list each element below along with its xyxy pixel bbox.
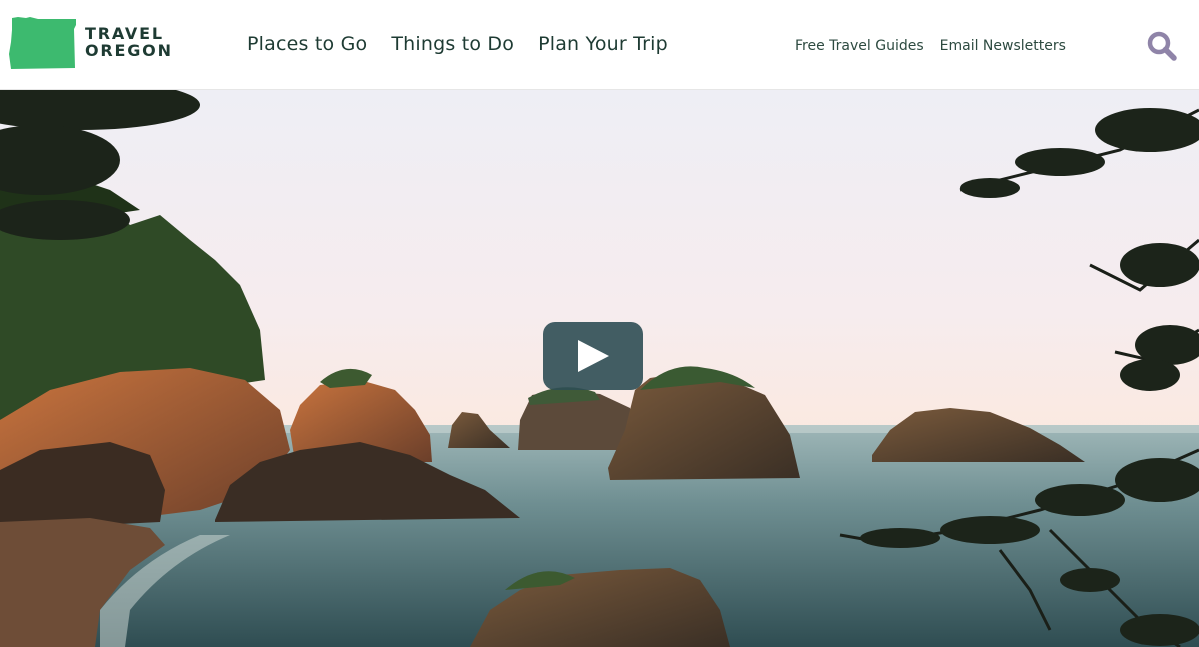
travel-oregon-logo[interactable]: TRAVEL OREGON xyxy=(8,16,173,72)
logo-line-1: TRAVEL xyxy=(85,24,164,43)
site-header: TRAVEL OREGON Places to Go Things to Do … xyxy=(0,0,1199,90)
hero-video[interactable] xyxy=(0,90,1199,647)
main-nav: Places to Go Things to Do Plan Your Trip xyxy=(247,33,668,55)
play-icon xyxy=(578,340,609,372)
video-play-button[interactable] xyxy=(543,322,643,390)
nav-things-to-do[interactable]: Things to Do xyxy=(391,33,514,55)
logo-line-2: OREGON xyxy=(85,41,173,60)
free-travel-guides-link[interactable]: Free Travel Guides xyxy=(795,38,924,54)
search-icon xyxy=(1147,31,1177,61)
oregon-state-icon xyxy=(9,17,76,69)
page: TRAVEL OREGON Places to Go Things to Do … xyxy=(0,0,1199,647)
nav-places-to-go[interactable]: Places to Go xyxy=(247,33,367,55)
nav-plan-your-trip[interactable]: Plan Your Trip xyxy=(538,33,668,55)
logo-wordmark: TRAVEL OREGON xyxy=(85,25,173,59)
search-button[interactable] xyxy=(1146,30,1178,62)
utility-nav: Free Travel Guides Email Newsletters xyxy=(795,38,1066,54)
email-newsletters-link[interactable]: Email Newsletters xyxy=(940,38,1066,54)
